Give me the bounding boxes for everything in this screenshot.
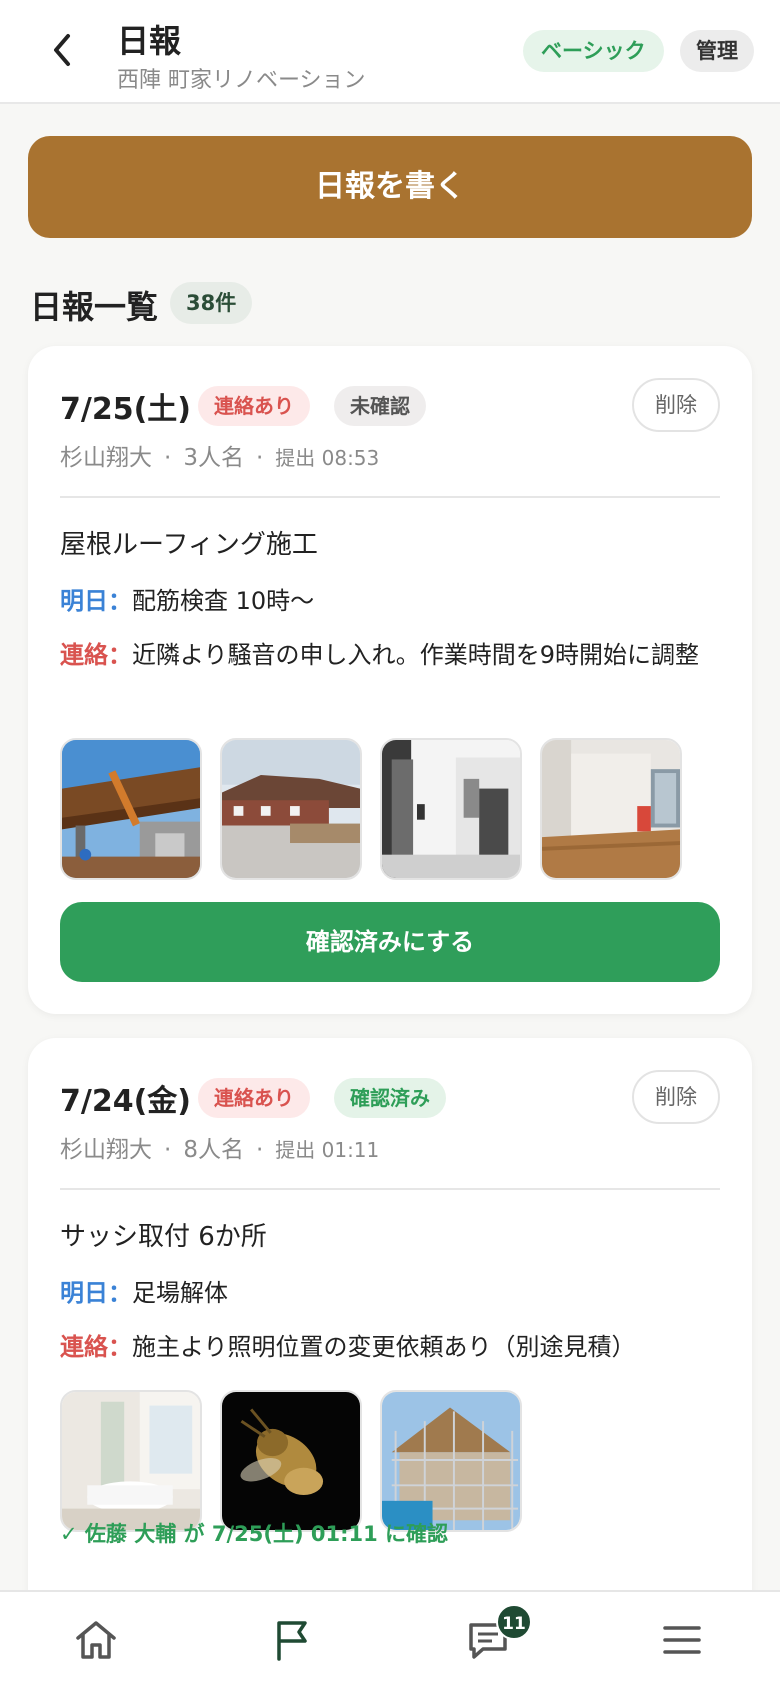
separator-dot: · [255, 445, 264, 471]
back-button[interactable] [40, 28, 84, 72]
count-badge: 38件 [170, 282, 253, 324]
confirmed-note: ✓ 佐藤 大輔 が 7/25(土) 01:11 に確認 [60, 1522, 449, 1546]
divider [60, 496, 720, 498]
tomorrow-text: 足場解体 [132, 1279, 228, 1307]
admin-badge[interactable]: 管理 [680, 30, 754, 72]
photo-thumbnail-house-exterior[interactable] [220, 738, 362, 880]
page-title: 日報 [117, 22, 182, 60]
author-name: 杉山翔大 [60, 1137, 152, 1163]
contact-tag: 連絡あり [198, 1078, 310, 1118]
separator-dot: · [164, 445, 172, 471]
author-name: 杉山翔大 [60, 445, 152, 471]
flag-icon [277, 1621, 307, 1661]
contact-line: 連絡：近隣より騒音の申し入れ。作業時間を9時開始に調整 [60, 636, 720, 674]
contact-line: 連絡：施主より照明位置の変更依頼あり（別途見積） [60, 1328, 720, 1366]
delete-button[interactable]: 削除 [632, 1070, 720, 1124]
report-date: 7/25(土) [60, 392, 192, 427]
list-title: 日報一覧 [30, 288, 159, 326]
contact-text: 近隣より騒音の申し入れ。作業時間を9時開始に調整 [132, 641, 700, 669]
delete-button[interactable]: 削除 [632, 378, 720, 432]
tomorrow-label: 明日： [60, 587, 132, 615]
bottom-nav: 11 [0, 1590, 780, 1688]
report-card: 7/25(土) 連絡あり 未確認 削除 杉山翔大 · 3人名 · 提出 08:53 屋根… [28, 346, 752, 1014]
report-date: 7/24(金) [60, 1084, 192, 1119]
contact-label: 連絡： [60, 641, 132, 669]
tomorrow-text: 配筋検査 10時〜 [132, 587, 315, 615]
worker-count: 8人名 [183, 1137, 244, 1163]
photo-thumbnail-bathroom[interactable] [60, 1390, 202, 1532]
photo-thumbnail-roof-construction[interactable] [60, 738, 202, 880]
contact-text: 施主より照明位置の変更依頼あり（別途見積） [132, 1333, 636, 1361]
nav-menu[interactable] [652, 1610, 712, 1670]
chevron-left-icon [54, 34, 70, 66]
project-name: 西陣 町家リノベーション [117, 68, 366, 93]
status-badge: 確認済み [334, 1078, 446, 1118]
menu-icon [663, 1626, 701, 1654]
nav-home[interactable] [66, 1610, 126, 1670]
plan-badge: ベーシック [523, 30, 664, 72]
write-report-button[interactable]: 日報を書く [28, 136, 752, 238]
separator-dot: · [164, 1137, 172, 1163]
home-icon [76, 1621, 116, 1659]
status-badge: 未確認 [334, 386, 426, 426]
photo-thumbnail-empty-room[interactable] [540, 738, 682, 880]
photo-thumbnail-bee[interactable] [220, 1390, 362, 1532]
report-meta: 杉山翔大 · 3人名 · 提出 08:53 [60, 438, 379, 472]
contact-label: 連絡： [60, 1333, 132, 1361]
contact-tag: 連絡あり [198, 386, 310, 426]
work-description: 屋根ルーフィング施工 [60, 530, 318, 560]
app-header: 日報 西陣 町家リノベーション ベーシック 管理 [0, 0, 780, 104]
tomorrow-line: 明日：配筋検査 10時〜 [60, 582, 720, 620]
photo-thumbnail-scaffolding[interactable] [380, 1390, 522, 1532]
submitted-time: 提出 01:11 [275, 1138, 380, 1162]
tomorrow-label: 明日： [60, 1279, 132, 1307]
separator-dot: · [255, 1137, 264, 1163]
report-card: 7/24(金) 連絡あり 確認済み 削除 杉山翔大 · 8人名 · 提出 01:11 サ… [28, 1038, 752, 1658]
worker-count: 3人名 [183, 445, 244, 471]
nav-reports[interactable] [262, 1610, 322, 1670]
tomorrow-line: 明日：足場解体 [60, 1274, 720, 1312]
work-description: サッシ取付 6か所 [60, 1222, 267, 1252]
photo-thumbnail-interior-bw[interactable] [380, 738, 522, 880]
mark-confirmed-button[interactable]: 確認済みにする [60, 902, 720, 982]
divider [60, 1188, 720, 1190]
chat-unread-badge: 11 [496, 1604, 532, 1640]
submitted-time: 提出 08:53 [275, 446, 380, 470]
report-meta: 杉山翔大 · 8人名 · 提出 01:11 [60, 1130, 379, 1164]
